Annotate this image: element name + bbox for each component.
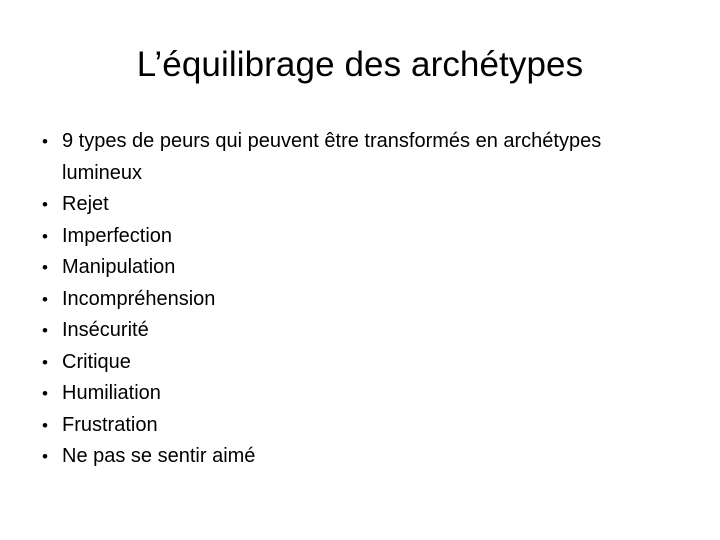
list-item-label: Insécurité [62,319,149,341]
list-item: • Humiliation [36,378,636,410]
list-item-label: Incompréhension [62,287,216,310]
bullet-icon: • [42,352,48,372]
bullet-icon: • [42,384,48,403]
bullet-icon: • [42,195,48,214]
list-item: • Ne pas se sentir aimé [36,441,636,473]
list-item: • Insécurité [36,315,636,347]
list-item-label: 9 types de peurs qui peuvent être transf… [62,130,602,184]
list-item-label: Critique [62,350,131,373]
bullet-icon: • [42,258,48,277]
bullet-icon: • [42,132,48,151]
list-item: • Incompréhension [36,284,636,316]
list-item-label: Rejet [62,193,109,215]
bullet-icon: • [42,447,48,466]
list-item-label: Frustration [62,413,158,436]
list-item: • Imperfection [36,221,636,253]
bullet-icon: • [42,289,48,309]
bullet-list: • 9 types de peurs qui peuvent être tran… [36,126,636,473]
list-item: • Frustration [36,410,636,442]
bullet-icon: • [42,226,48,246]
list-item: • Rejet [36,189,636,221]
bullet-icon: • [42,415,48,435]
list-item: • Critique [36,347,636,379]
list-item: • Manipulation [36,252,636,284]
list-item-label: Imperfection [62,224,173,247]
list-item-label: Humiliation [62,382,161,404]
list-item-label: Ne pas se sentir aimé [62,445,256,467]
bullet-icon: • [42,321,48,340]
list-item: • 9 types de peurs qui peuvent être tran… [36,126,636,189]
page-title: L’équilibrage des archétypes [136,45,584,84]
list-item-label: Manipulation [62,256,176,278]
slide-canvas: L’équilibrage des archétypes • 9 types d… [0,0,720,540]
